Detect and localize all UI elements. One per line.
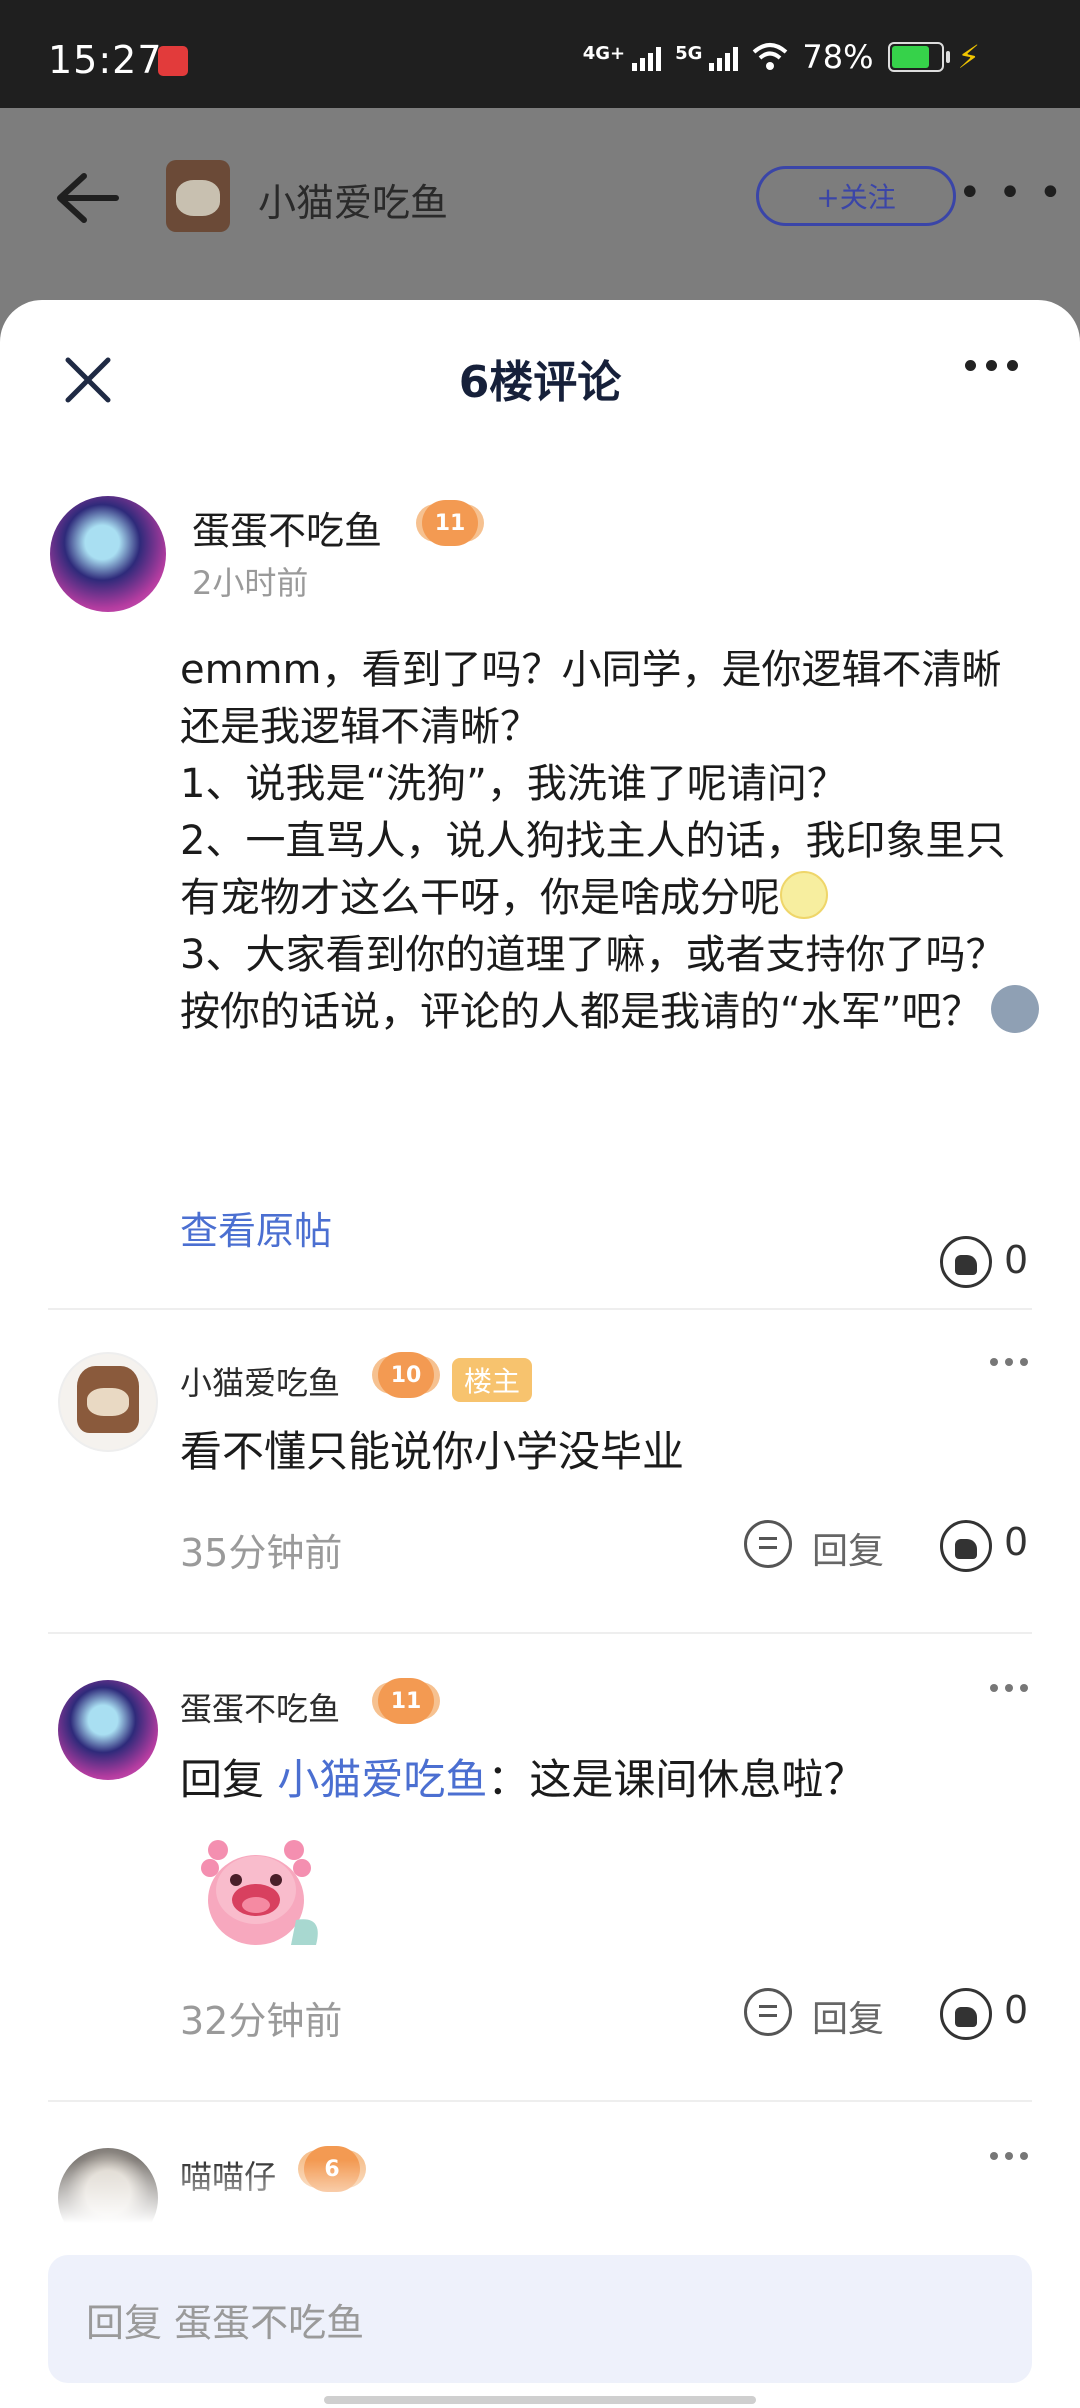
more-horizontal-icon[interactable] [990, 2152, 1028, 2160]
avatar[interactable] [50, 496, 166, 612]
more-horizontal-icon[interactable] [990, 1684, 1028, 1692]
reply-button[interactable]: 回复 [812, 1522, 884, 1574]
reply-text-content: ：这是课间休息啦？ [487, 1755, 866, 1804]
reply-text: 看不懂只能说你小学没毕业 [180, 1427, 685, 1476]
avatar[interactable] [58, 1352, 158, 1452]
comment-body: emmm，看到了吗？小同学，是你逻辑不清晰还是我逻辑不清晰？ 1、说我是“洗狗”… [180, 642, 1040, 1041]
network-type-5g: 5G [675, 43, 703, 64]
charging-icon: ⚡ [957, 38, 980, 76]
pink-axolotl-sticker [201, 1840, 318, 1945]
comment-sheet: 6楼评论 蛋蛋不吃鱼 11 2小时前 emmm，看到了吗？小同学，是你逻辑不清晰… [0, 300, 1080, 2408]
header-username[interactable]: 小猫爱吃鱼 [258, 172, 448, 227]
avatar[interactable] [58, 1680, 158, 1780]
reply-input-placeholder: 回复 蛋蛋不吃鱼 [86, 2300, 365, 2345]
thumbs-up-icon[interactable] [940, 1236, 992, 1288]
comment-body-text: emmm，看到了吗？小同学，是你逻辑不清晰还是我逻辑不清晰？ 1、说我是“洗狗”… [180, 647, 1006, 921]
more-horizontal-icon[interactable] [990, 1358, 1028, 1366]
like-count: 0 [1004, 1988, 1029, 2032]
app-notification-icon [158, 46, 188, 76]
thumbs-up-icon[interactable] [940, 1520, 992, 1572]
smile-moon-emoji-icon [780, 871, 828, 919]
battery-percent: 78% [802, 38, 874, 76]
reply-text: 回复 小猫爱吃鱼：这是课间休息啦？ [180, 1746, 865, 1807]
reply-icon[interactable] [744, 1520, 792, 1568]
avatar[interactable] [166, 160, 230, 232]
wifi-icon [753, 43, 788, 70]
level-badge: 11 [422, 500, 478, 546]
dark-moon-emoji-icon [991, 985, 1040, 1033]
battery-icon [887, 42, 950, 72]
status-time: 15:27 [48, 38, 163, 82]
signal-4g-icon: 4G+ [582, 43, 662, 71]
status-icons: 4G+ 5G 78% ⚡ [583, 38, 980, 76]
reply-time: 32分钟前 [180, 1999, 343, 2043]
comment-author[interactable]: 蛋蛋不吃鱼 [192, 500, 382, 555]
reply-button[interactable]: 回复 [812, 1990, 884, 2042]
more-horizontal-icon[interactable]: • • • [958, 170, 1064, 216]
more-horizontal-icon[interactable] [965, 360, 1018, 371]
divider [48, 1632, 1032, 1634]
reply-time: 35分钟前 [180, 1531, 343, 1575]
scroll-fade [0, 2160, 1080, 2250]
mention-link[interactable]: 小猫爱吃鱼 [277, 1755, 487, 1804]
home-indicator[interactable] [324, 2396, 756, 2404]
thumbs-up-icon[interactable] [940, 1988, 992, 2040]
sheet-title: 6楼评论 [458, 357, 622, 408]
like-count: 0 [1004, 1238, 1029, 1282]
comment-body-text-2: 3、大家看到你的道理了嘛，或者支持你了吗？按你的话说，评论的人都是我请的“水军”… [180, 932, 1006, 1035]
host-tag: 楼主 [452, 1358, 533, 1402]
arrow-left-icon[interactable] [54, 170, 120, 226]
comment-time: 2小时前 [192, 564, 309, 602]
like-count: 0 [1004, 1520, 1029, 1564]
divider [48, 2100, 1032, 2102]
signal-5g-icon: 5G [675, 43, 739, 71]
level-badge: 11 [378, 1678, 434, 1724]
level-badge: 10 [378, 1352, 434, 1398]
reply-author[interactable]: 小猫爱吃鱼 [180, 1358, 340, 1404]
reply-author[interactable]: 蛋蛋不吃鱼 [180, 1684, 340, 1730]
reply-prefix: 回复 [180, 1755, 278, 1804]
status-bar: 15:27 4G+ 5G 78% ⚡ [0, 0, 1080, 108]
network-type-4g: 4G+ [582, 43, 626, 64]
reply-input[interactable]: 回复 蛋蛋不吃鱼 [48, 2255, 1032, 2383]
divider [48, 1308, 1032, 1310]
follow-button[interactable]: +关注 [756, 166, 956, 226]
view-original-link[interactable]: 查看原帖 [180, 1200, 332, 1255]
reply-icon[interactable] [744, 1988, 792, 2036]
